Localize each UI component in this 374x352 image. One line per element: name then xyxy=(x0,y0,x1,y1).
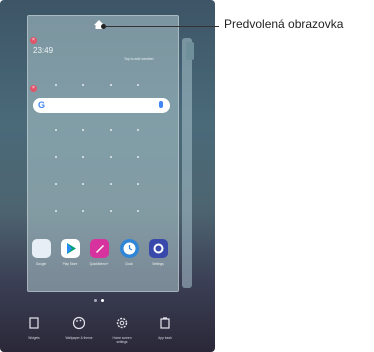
weather-time: 23:49 xyxy=(33,46,54,55)
grid-dot xyxy=(82,129,84,131)
app-label: Play Store xyxy=(62,262,78,266)
default-screen-callout: Predvolená obrazovka xyxy=(224,17,344,31)
grid-dot xyxy=(137,129,139,131)
widgets-icon[interactable] xyxy=(27,316,41,330)
app-trash-icon[interactable] xyxy=(158,316,172,330)
grid-dot xyxy=(137,210,139,212)
google-folder-icon[interactable] xyxy=(32,239,51,258)
callout-line xyxy=(105,26,219,27)
grid-dot xyxy=(110,129,112,131)
grid-dot xyxy=(82,84,84,86)
mic-icon[interactable] xyxy=(159,101,163,108)
home-screen-settings-label: Home screen settings xyxy=(112,336,132,344)
remove-widget-icon[interactable]: × xyxy=(30,85,37,92)
home-screen-edit-view: × 23:49 Tap to add weather × G Google Pl… xyxy=(0,0,215,352)
page-add-indicator[interactable] xyxy=(94,299,97,302)
settings-icon[interactable] xyxy=(149,239,168,258)
grid-dot xyxy=(55,183,57,185)
play-store-icon[interactable] xyxy=(61,239,80,258)
grid-dot xyxy=(82,183,84,185)
preview-app-icon xyxy=(186,42,194,60)
app-label: QuickMemo+ xyxy=(89,262,109,266)
page-indicator-active[interactable] xyxy=(101,299,104,302)
remove-widget-icon[interactable]: × xyxy=(30,37,37,44)
quickmemo-icon[interactable] xyxy=(90,239,109,258)
app-label: Clock xyxy=(125,262,133,266)
grid-dot xyxy=(55,156,57,158)
grid-dot xyxy=(137,156,139,158)
clock-icon[interactable] xyxy=(120,239,139,258)
wallpaper-theme-label: Wallpaper & theme xyxy=(65,336,93,340)
widgets-label: Widgets xyxy=(28,336,40,340)
next-page-preview[interactable] xyxy=(182,38,192,288)
grid-dot xyxy=(137,183,139,185)
app-label: Google xyxy=(35,262,47,266)
grid-dot xyxy=(55,84,57,86)
gear-icon[interactable] xyxy=(115,316,129,330)
grid-dot xyxy=(110,84,112,86)
grid-dot xyxy=(110,156,112,158)
grid-dot xyxy=(110,210,112,212)
grid-dot xyxy=(55,210,57,212)
app-trash-label: App trash xyxy=(158,336,172,340)
weather-tap-hint[interactable]: Tap to add weather xyxy=(124,57,154,61)
grid-dot xyxy=(82,156,84,158)
palette-icon[interactable] xyxy=(72,316,86,330)
grid-dot xyxy=(110,183,112,185)
grid-dot xyxy=(55,129,57,131)
grid-dot xyxy=(82,210,84,212)
grid-dot xyxy=(137,84,139,86)
google-logo-icon: G xyxy=(38,100,46,110)
google-search-widget[interactable]: G xyxy=(33,98,170,113)
app-label: Settings xyxy=(152,262,164,266)
